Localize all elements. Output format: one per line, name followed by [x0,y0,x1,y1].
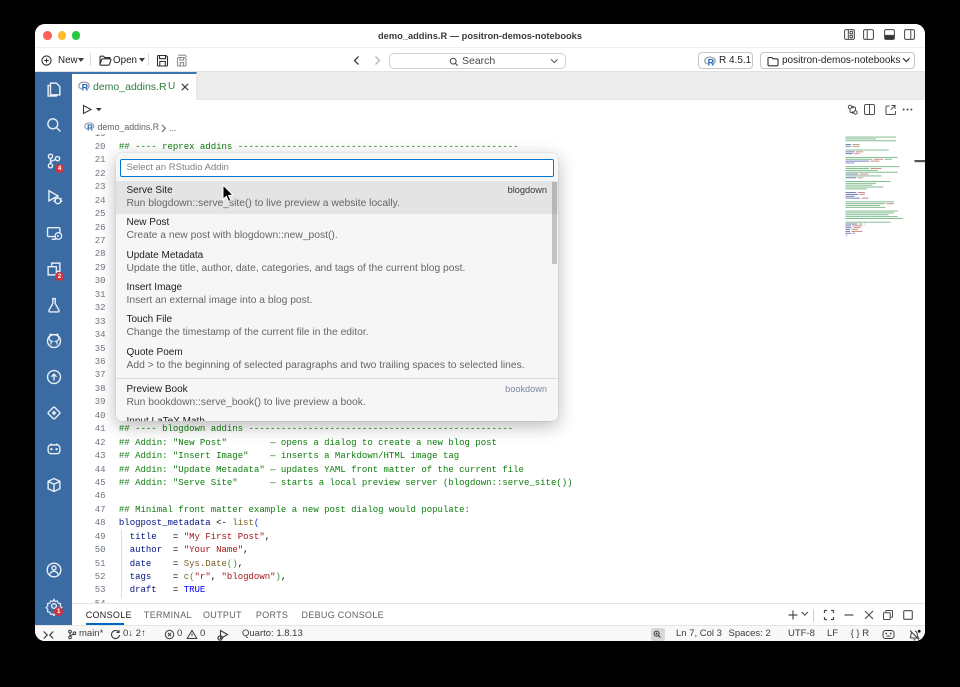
svg-text:R: R [82,83,89,92]
svg-text:R: R [87,123,93,131]
svg-text:R: R [708,57,715,66]
